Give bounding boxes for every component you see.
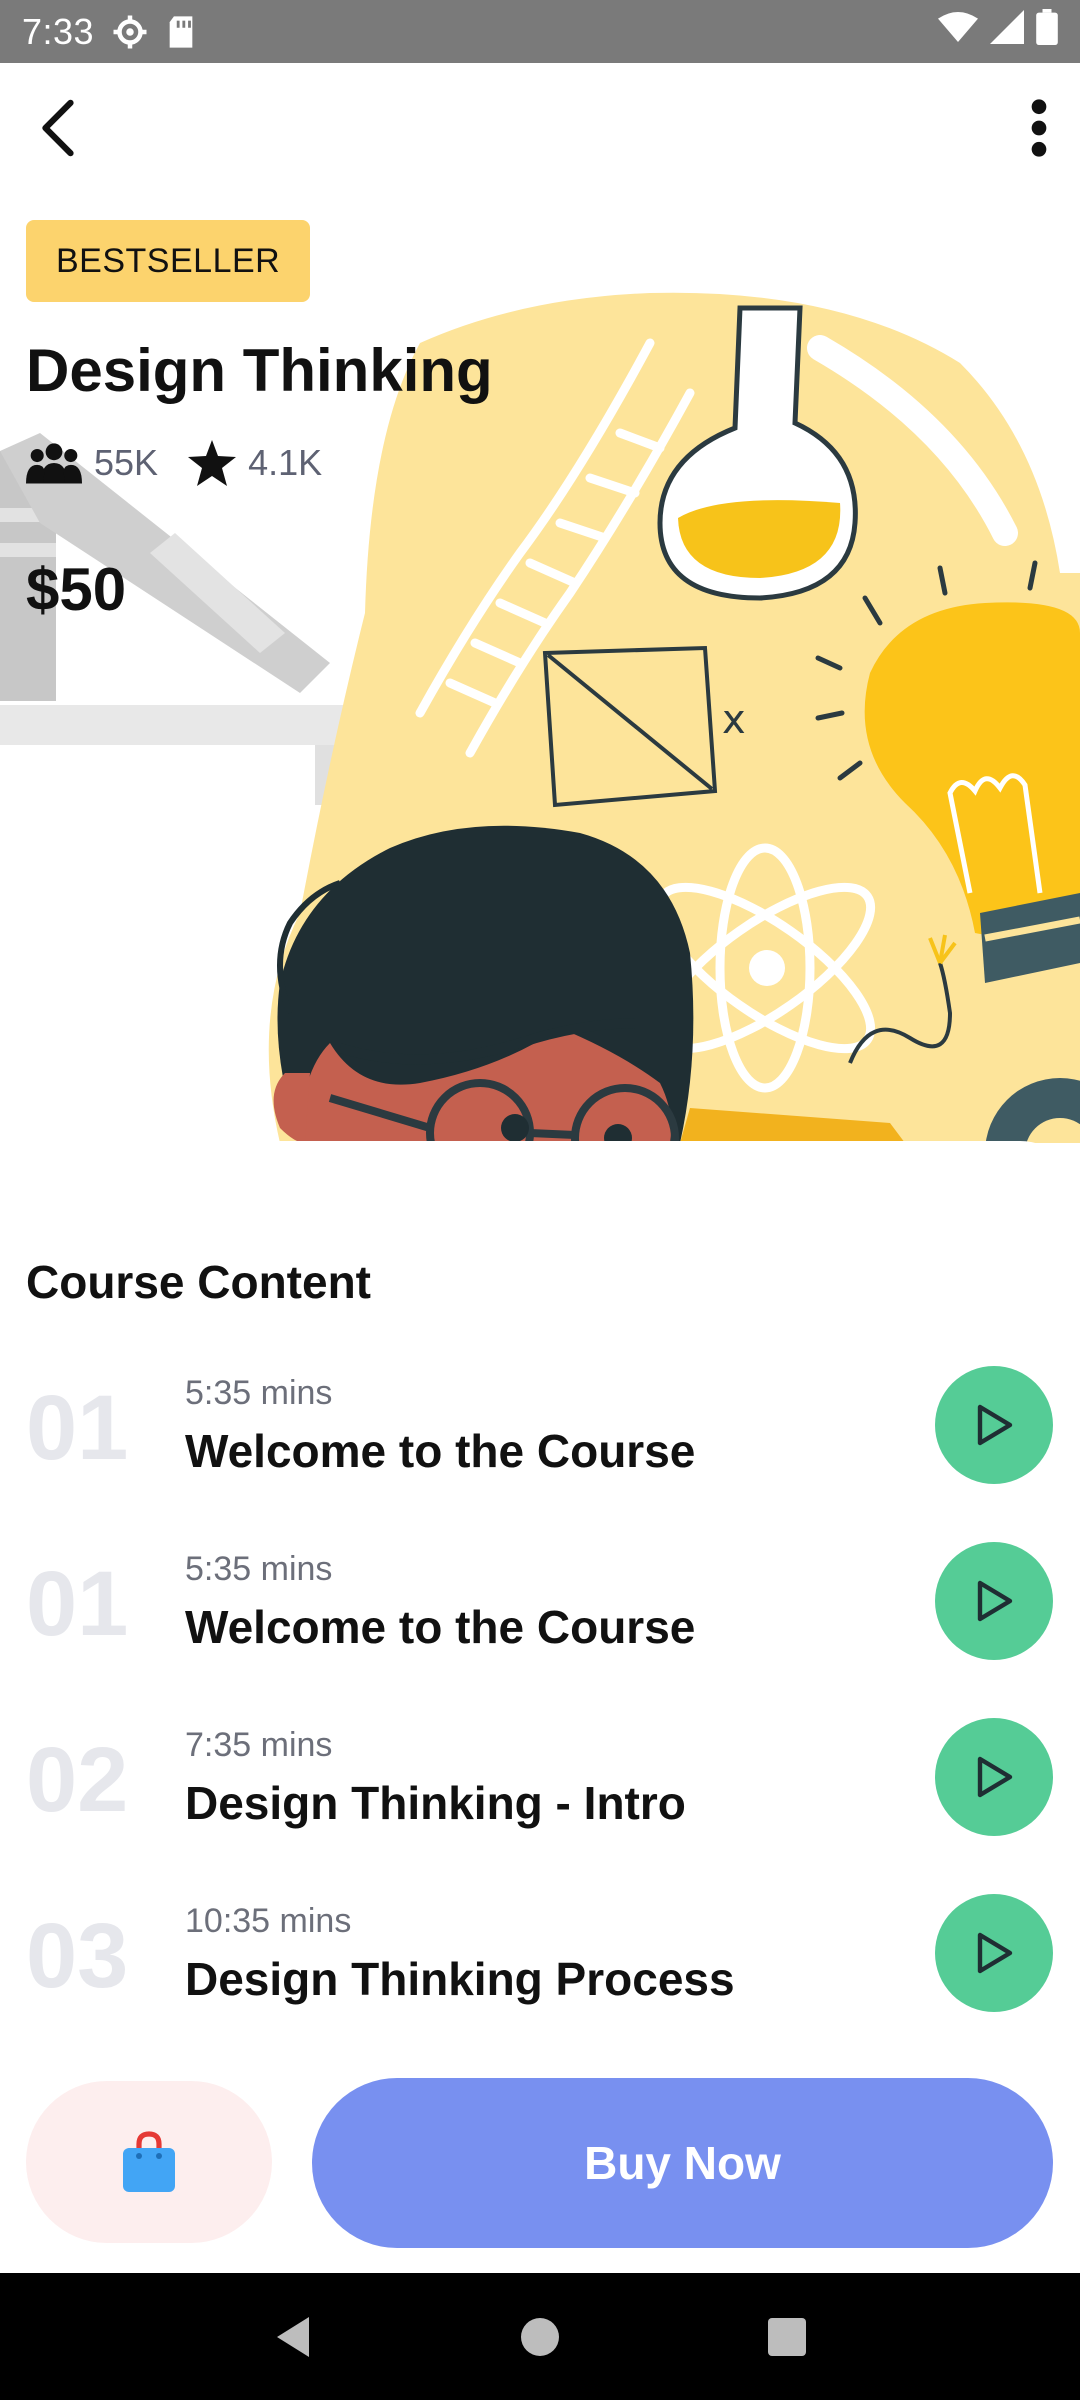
course-stats: 55K 4.1K — [26, 440, 352, 486]
play-icon — [977, 1580, 1013, 1622]
sd-card-icon — [166, 15, 196, 49]
play-button[interactable] — [935, 1366, 1053, 1484]
play-icon — [977, 1756, 1013, 1798]
nav-home-icon — [520, 2317, 559, 2356]
lesson-number: 01 — [26, 1553, 129, 1655]
play-button[interactable] — [935, 1718, 1053, 1836]
nav-recents-button[interactable] — [757, 2307, 817, 2367]
toolbar — [0, 63, 1080, 193]
play-button[interactable] — [935, 1894, 1053, 2012]
hero-curve — [0, 1141, 1080, 1193]
rating-count: 4.1K — [248, 442, 323, 483]
lesson-title: Design Thinking - Intro — [185, 1777, 686, 1829]
signal-icon — [990, 10, 1024, 53]
lesson-number: 03 — [26, 1905, 129, 2007]
wifi-icon — [938, 10, 978, 53]
gear-icon — [112, 14, 148, 50]
section-title: Course Content — [26, 1256, 371, 1308]
star-icon — [188, 440, 237, 486]
lesson-title: Welcome to the Course — [185, 1601, 696, 1653]
students-icon — [26, 441, 82, 485]
system-nav-bar — [0, 2273, 1080, 2400]
lesson-title: Design Thinking Process — [185, 1953, 735, 2005]
course-price: $50 — [26, 556, 127, 623]
lesson-item[interactable]: 01 5:35 mins Welcome to the Course — [0, 1516, 1080, 1692]
play-button[interactable] — [935, 1542, 1053, 1660]
more-options-button[interactable] — [1008, 97, 1070, 159]
back-arrow-icon — [42, 99, 74, 157]
nav-back-button[interactable] — [263, 2307, 323, 2367]
status-time: 7:33 — [22, 10, 95, 52]
buy-now-button[interactable]: Buy Now — [312, 2078, 1053, 2248]
nav-home-button[interactable] — [510, 2307, 570, 2367]
lesson-duration: 5:35 mins — [185, 1550, 333, 1588]
play-icon — [977, 1404, 1013, 1446]
lesson-number: 01 — [26, 1377, 129, 1479]
bestseller-badge: BESTSELLER — [26, 220, 311, 302]
back-button[interactable] — [26, 97, 88, 159]
lesson-duration: 5:35 mins — [185, 1374, 333, 1412]
lesson-item[interactable]: 03 10:35 mins Design Thinking Process — [0, 1868, 1080, 2044]
lesson-duration: 7:35 mins — [185, 1726, 333, 1764]
battery-icon — [1036, 9, 1058, 54]
lesson-item[interactable]: 01 5:35 mins Welcome to the Course — [0, 1340, 1080, 1516]
students-count: 55K — [94, 442, 159, 483]
svg-text:x: x — [722, 697, 746, 743]
shopping-bag-icon — [123, 2131, 175, 2192]
lesson-number: 02 — [26, 1729, 129, 1831]
course-title: Design Thinking — [26, 337, 493, 404]
add-to-cart-button[interactable] — [26, 2081, 272, 2243]
nav-back-icon — [277, 2316, 310, 2357]
more-vertical-icon — [1031, 99, 1047, 157]
status-bar: 7:33 — [0, 0, 1080, 63]
lesson-title: Welcome to the Course — [185, 1425, 696, 1477]
nav-recents-icon — [767, 2317, 806, 2356]
lesson-duration: 10:35 mins — [185, 1902, 352, 1940]
play-icon — [977, 1932, 1013, 1974]
lesson-item[interactable]: 02 7:35 mins Design Thinking - Intro — [0, 1692, 1080, 1868]
lesson-list: 01 5:35 mins Welcome to the Course 01 5:… — [0, 1340, 1080, 2044]
